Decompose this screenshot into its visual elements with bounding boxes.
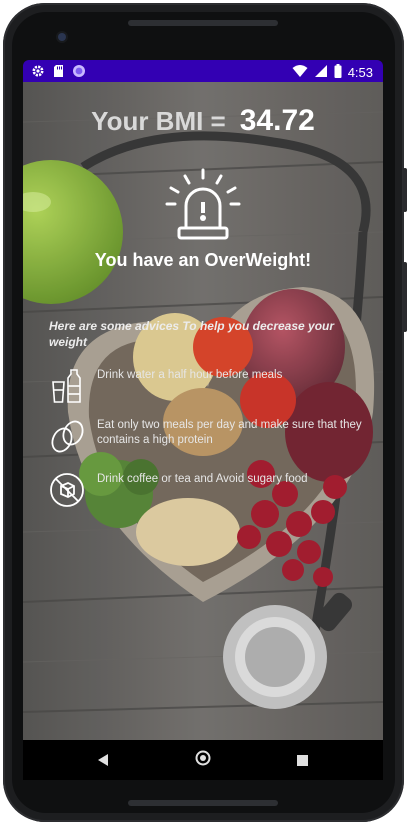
bmi-label: Your BMI = [91, 106, 226, 136]
advice-text: Drink water a half hour before meals [97, 369, 283, 381]
no-sugar-icon [49, 472, 85, 508]
recents-button[interactable] [282, 740, 322, 780]
screen: 4:53 Your BMI = 34.72 You have an OverWe… [23, 60, 383, 780]
navigation-bar [23, 740, 383, 780]
advice-item: Drink coffee or tea and Avoid sugary foo… [49, 472, 369, 508]
sd-card-icon [53, 63, 64, 82]
earpiece-speaker [128, 20, 278, 26]
advice-item: Drink water a half hour before meals [49, 368, 369, 404]
front-camera [58, 33, 66, 41]
alarm-siren-icon [163, 166, 243, 242]
advice-text: Eat only two meals per day and make sure… [97, 419, 362, 446]
back-button[interactable] [83, 740, 123, 780]
result-screen: Your BMI = 34.72 You have an OverWeight!… [23, 82, 383, 740]
bottom-speaker [128, 800, 278, 806]
recents-icon [296, 751, 308, 770]
phone-device: 4:53 Your BMI = 34.72 You have an OverWe… [0, 0, 409, 825]
bmi-value: 34.72 [239, 104, 315, 137]
eggs-icon [49, 418, 85, 454]
home-icon [195, 750, 211, 770]
power-button[interactable] [403, 262, 407, 332]
weight-status-message: You have an OverWeight! [94, 250, 312, 270]
status-bar: 4:53 [23, 60, 383, 82]
advice-item: Eat only two meals per day and make sure… [49, 418, 369, 454]
home-button[interactable] [183, 740, 223, 780]
cell-signal-icon [314, 63, 328, 82]
water-bottle-icon [49, 368, 85, 404]
advice-title: Here are some advices To help you decrea… [49, 319, 335, 349]
circle-icon [72, 63, 86, 82]
status-time: 4:53 [347, 65, 373, 80]
back-icon [97, 751, 109, 770]
gear-icon [31, 63, 45, 82]
bmi-result-row: Your BMI = 34.72 [23, 104, 383, 138]
battery-icon [334, 63, 342, 82]
volume-button[interactable] [403, 168, 407, 212]
advice-text: Drink coffee or tea and Avoid sugary foo… [97, 473, 308, 485]
wifi-icon [292, 63, 308, 82]
